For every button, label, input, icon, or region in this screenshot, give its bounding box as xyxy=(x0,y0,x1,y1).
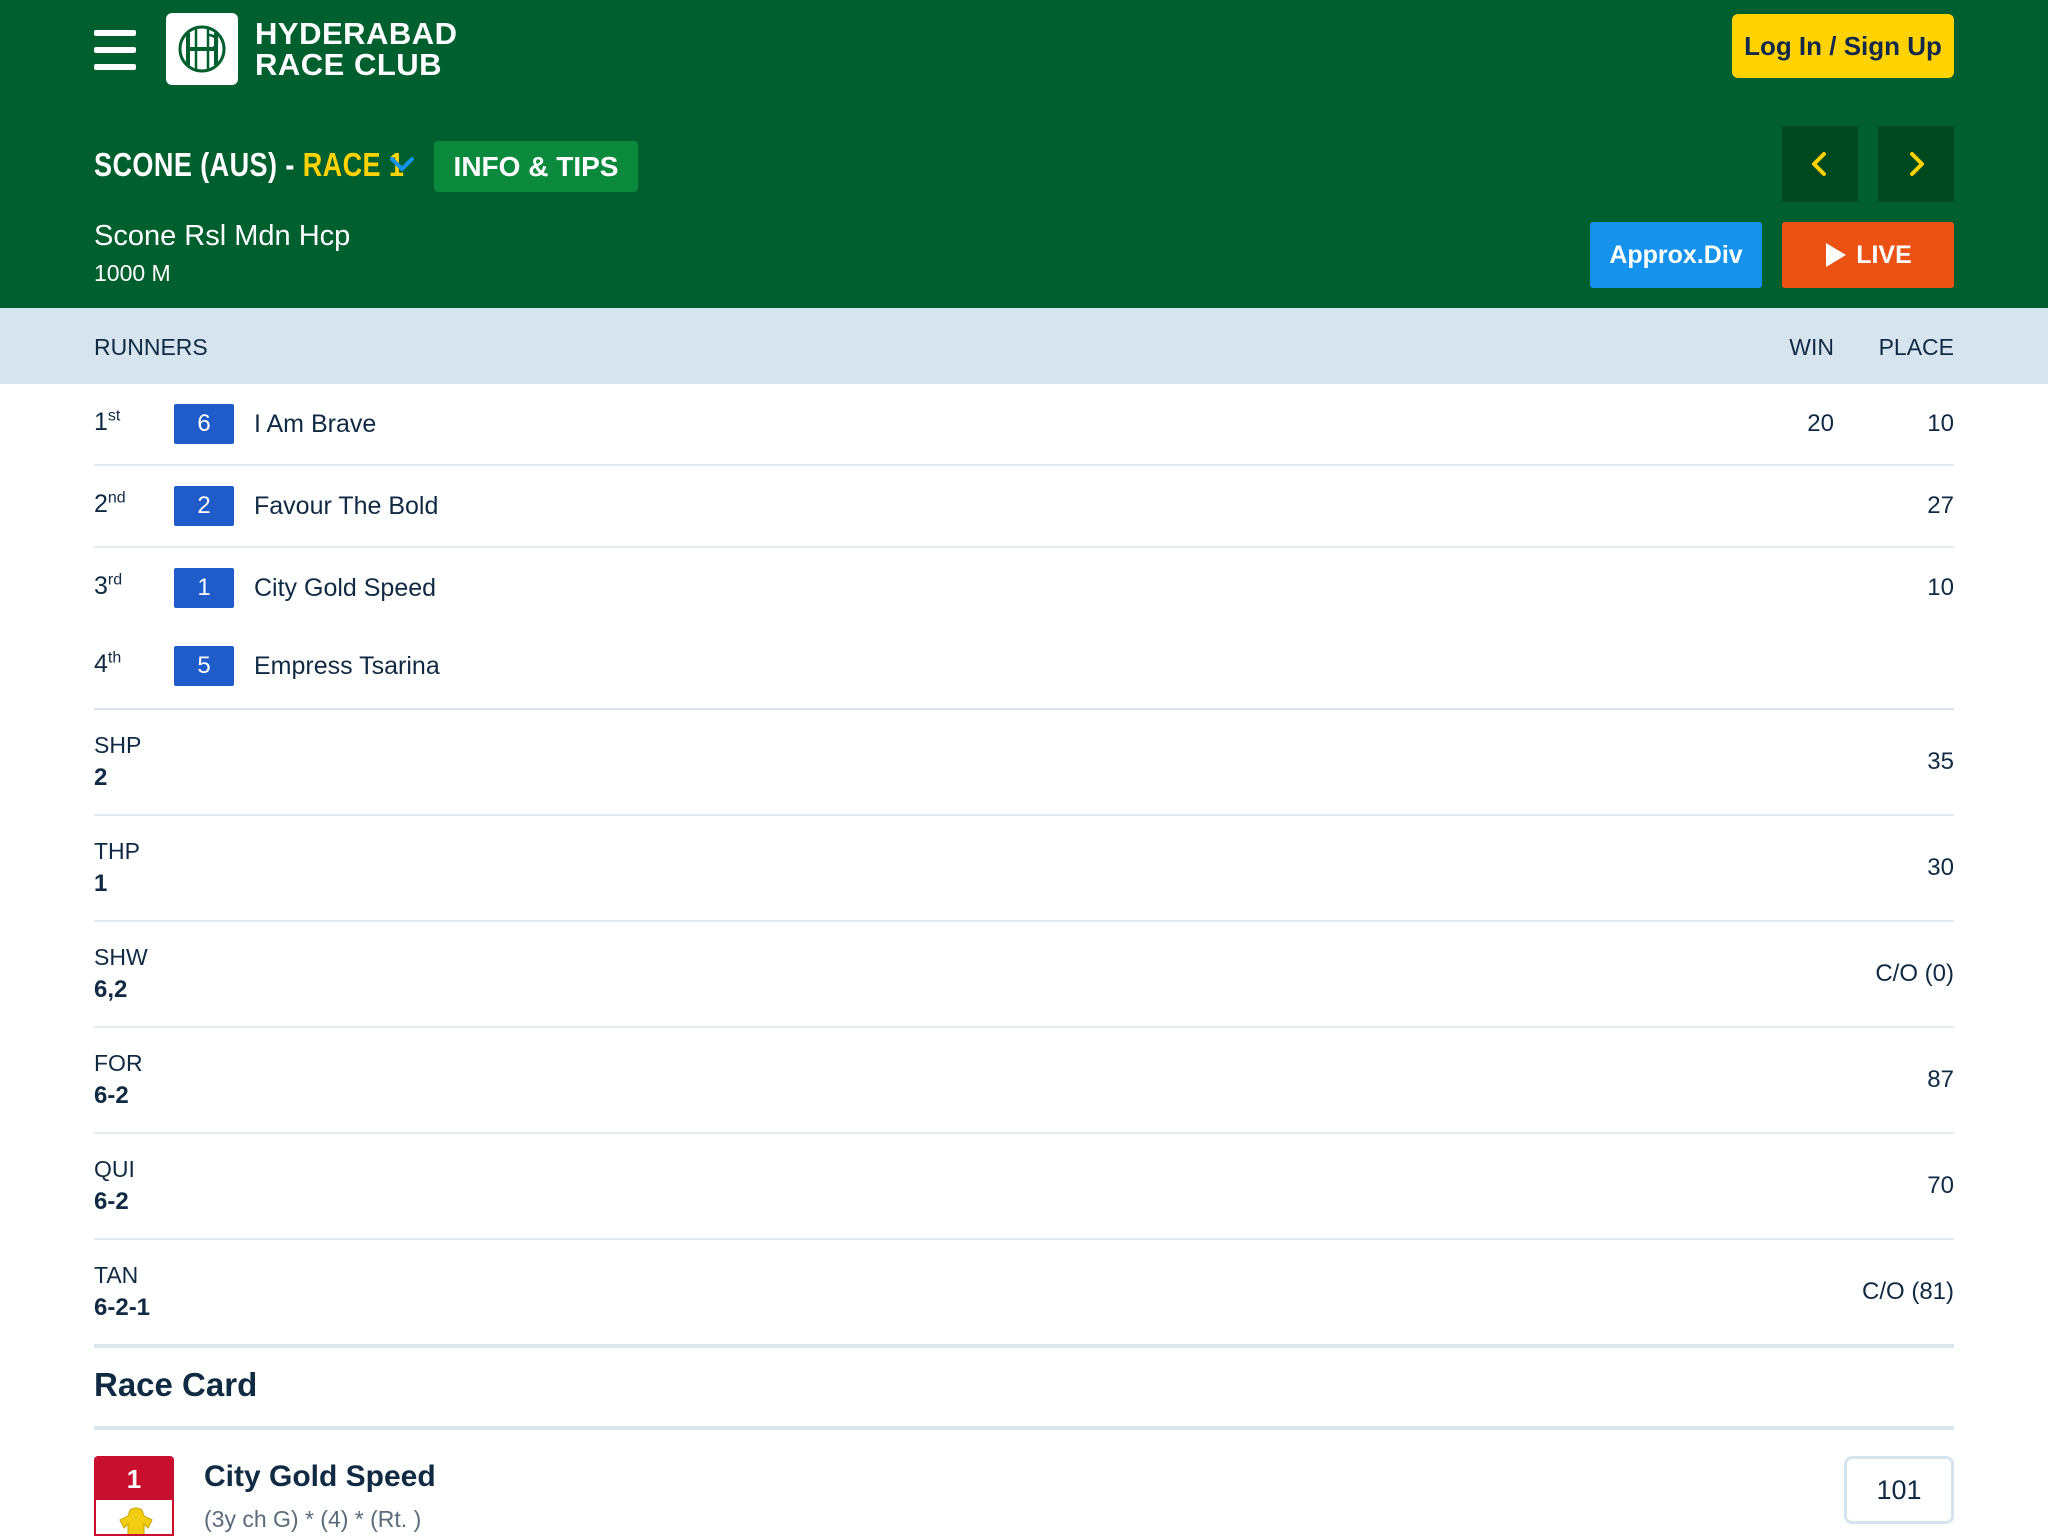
pool-type: SHP xyxy=(94,732,142,758)
pool-combination: 6-2-1 xyxy=(94,1294,151,1321)
place-dividend: 27 xyxy=(1927,492,1954,519)
race-distance: 1000 M xyxy=(94,260,171,286)
pool-type: THP xyxy=(94,838,140,864)
jockey-silk-icon xyxy=(118,1506,154,1534)
club-name[interactable]: HYDERABAD RACE CLUB xyxy=(255,18,458,80)
horse-name[interactable]: Empress Tsarina xyxy=(254,652,440,681)
race-card-horse-info: (3y ch G) * (4) * (Rt. ) xyxy=(204,1506,422,1532)
race-card-title: Race Card xyxy=(94,1366,258,1403)
col-place-header: PLACE xyxy=(1878,334,1954,360)
pool-combination: 6-2 xyxy=(94,1082,129,1109)
pool-dividend: C/O (0) xyxy=(1875,960,1954,987)
club-name-line1: HYDERABAD xyxy=(255,16,458,51)
col-win-header: WIN xyxy=(1789,334,1834,360)
finish-position: 1st xyxy=(94,407,121,436)
pool-row: SHW 6,2 C/O (0) xyxy=(94,922,1954,1028)
section-divider xyxy=(94,1344,1954,1348)
hrc-monogram-icon[interactable] xyxy=(166,13,238,85)
pool-combination: 6,2 xyxy=(94,976,128,1003)
info-tips-button[interactable]: INFO & TIPS xyxy=(434,141,638,192)
saddle-number-badge: 5 xyxy=(174,646,234,686)
pool-dividend: 30 xyxy=(1927,854,1954,881)
race-venue: SCONE (AUS) - xyxy=(94,146,303,183)
pool-row: TAN 6-2-1 C/O (81) xyxy=(94,1240,1954,1346)
hamburger-icon[interactable] xyxy=(94,30,136,70)
chevron-right-icon xyxy=(1910,152,1924,176)
runner-row: 3rd 1 City Gold Speed 10 xyxy=(94,548,1954,630)
pool-dividend: 70 xyxy=(1927,1172,1954,1199)
pool-type: QUI xyxy=(94,1156,135,1182)
login-signup-button[interactable]: Log In / Sign Up xyxy=(1732,14,1954,78)
runner-row: 1st 6 I Am Brave 20 10 xyxy=(94,384,1954,466)
next-race-button[interactable] xyxy=(1878,126,1954,202)
place-dividend: 10 xyxy=(1927,410,1954,437)
pool-dividend: C/O (81) xyxy=(1861,1278,1954,1305)
pool-dividend: 35 xyxy=(1927,748,1954,775)
pool-row: SHP 2 35 xyxy=(94,710,1954,816)
chevron-left-icon xyxy=(1812,152,1826,176)
saddle-number-badge: 1 xyxy=(174,568,234,608)
chevron-down-icon[interactable] xyxy=(388,152,416,176)
pool-combination: 2 xyxy=(94,764,108,791)
play-icon xyxy=(1826,243,1847,267)
live-button[interactable]: LIVE xyxy=(1782,222,1954,288)
race-card-horse-name[interactable]: City Gold Speed xyxy=(204,1460,436,1494)
saddle-number-badge: 2 xyxy=(174,486,234,526)
horse-rating-badge: 101 xyxy=(1844,1456,1954,1524)
pool-type: FOR xyxy=(94,1050,143,1076)
runner-row: 2nd 2 Favour The Bold 27 xyxy=(94,466,1954,548)
finish-position: 2nd xyxy=(94,489,126,518)
pool-row: QUI 6-2 70 xyxy=(94,1134,1954,1240)
pool-combination: 6-2 xyxy=(94,1188,129,1215)
saddle-number: 1 xyxy=(96,1458,172,1500)
approx-div-button[interactable]: Approx.Div xyxy=(1590,222,1762,288)
pool-row: THP 1 30 xyxy=(94,816,1954,922)
win-dividend: 20 xyxy=(1807,410,1834,437)
site-header: HYDERABAD RACE CLUB Log In / Sign Up SCO… xyxy=(0,0,2048,308)
pool-combination: 1 xyxy=(94,870,108,897)
runner-row: 4th 5 Empress Tsarina xyxy=(94,626,1954,708)
pool-type: TAN xyxy=(94,1262,139,1288)
pool-type: SHW xyxy=(94,944,148,970)
finish-position: 4th xyxy=(94,649,122,678)
live-label: LIVE xyxy=(1856,240,1912,269)
club-name-line2: RACE CLUB xyxy=(255,47,443,82)
horse-name[interactable]: I Am Brave xyxy=(254,410,376,439)
horse-name[interactable]: City Gold Speed xyxy=(254,574,436,603)
previous-race-button[interactable] xyxy=(1782,126,1858,202)
race-selector[interactable]: SCONE (AUS) - RACE 1 xyxy=(94,146,404,184)
section-divider xyxy=(94,1426,1954,1430)
saddle-number-badge: 6 xyxy=(174,404,234,444)
col-runners-header: RUNNERS xyxy=(94,334,208,360)
horse-name[interactable]: Favour The Bold xyxy=(254,492,438,521)
pool-row: FOR 6-2 87 xyxy=(94,1028,1954,1134)
place-dividend: 10 xyxy=(1927,574,1954,601)
finish-position: 3rd xyxy=(94,571,123,600)
race-card-saddle-number: 1 xyxy=(94,1456,174,1536)
race-name: Scone Rsl Mdn Hcp xyxy=(94,220,351,252)
pool-dividend: 87 xyxy=(1927,1066,1954,1093)
results-table-header: RUNNERS WIN PLACE xyxy=(0,308,2048,384)
